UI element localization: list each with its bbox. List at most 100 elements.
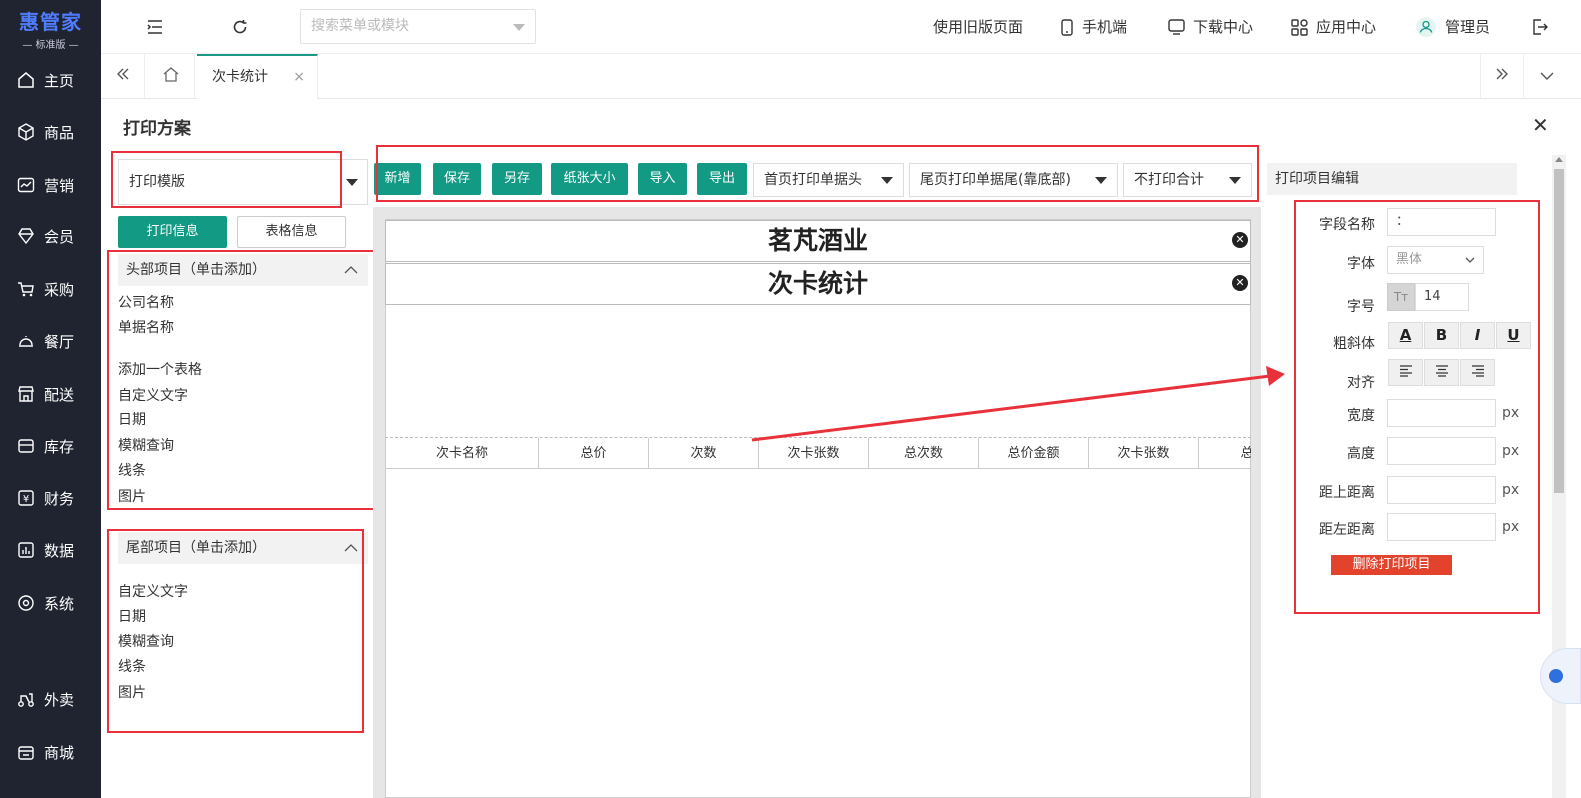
store-icon [16, 384, 36, 404]
footer-print-select[interactable]: 尾页打印单据尾(靠底部) [909, 163, 1118, 197]
bold-button[interactable]: B [1424, 322, 1459, 349]
align-left-button[interactable] [1388, 359, 1423, 386]
header-section-title[interactable]: 头部项目（单击添加） [118, 254, 368, 286]
header-print-select[interactable]: 首页打印单据头 [753, 163, 904, 197]
width-unit: px [1502, 405, 1520, 421]
close-icon[interactable]: × [293, 56, 305, 98]
sidebar-item-members[interactable]: 会员 [0, 216, 101, 256]
tab-card-statistics[interactable]: 次卡统计 × [197, 54, 318, 99]
old-version-link[interactable]: 使用旧版页面 [933, 0, 1023, 54]
sidebar-item-label: 商品 [44, 123, 75, 142]
template-select[interactable]: 打印模版 [118, 159, 368, 205]
company-name-block[interactable]: 茗芃酒业 ✕ [385, 220, 1251, 262]
table-column-header[interactable]: 总价 [539, 438, 649, 469]
menu-search-select[interactable]: 搜索菜单或模块 [300, 9, 536, 44]
footer-item[interactable]: 模糊查询 [118, 631, 174, 651]
mobile-label: 手机端 [1082, 18, 1128, 36]
chevron-up-icon [344, 254, 358, 286]
footer-item[interactable]: 自定义文字 [118, 581, 188, 601]
sidebar-item-goods[interactable]: 商品 [0, 112, 101, 152]
sidebar-item-label: 营销 [44, 176, 75, 195]
header-item[interactable]: 图片 [118, 486, 146, 506]
field-name-input[interactable]: ： [1387, 208, 1496, 236]
font-select[interactable]: 黑体 [1387, 246, 1484, 274]
sidebar-item-data[interactable]: 数据 [0, 530, 101, 570]
download-center-link[interactable]: 下载中心 [1168, 0, 1253, 54]
sidebar-item-marketing[interactable]: 营销 [0, 165, 101, 205]
warehouse-icon [16, 436, 36, 456]
tabs-dropdown-button[interactable] [1525, 54, 1569, 98]
sidebar-item-system[interactable]: 系统 [0, 583, 101, 623]
style-label: 粗斜体 [1333, 336, 1375, 352]
edition-label: — 标准版 — [22, 40, 79, 51]
header-item[interactable]: 线条 [118, 460, 146, 480]
remove-item-icon[interactable]: ✕ [1232, 275, 1248, 291]
save-as-button[interactable]: 另存 [492, 163, 542, 195]
sidebar-item-restaurant[interactable]: 餐厅 [0, 321, 101, 361]
menu-toggle-icon[interactable] [145, 17, 165, 37]
header-item[interactable]: 日期 [118, 409, 146, 429]
scroll-up-icon[interactable] [1555, 157, 1563, 162]
assistant-float-button[interactable] [1540, 648, 1581, 704]
annotation-arrow [751, 366, 1285, 442]
sidebar-item-delivery[interactable]: 配送 [0, 374, 101, 414]
underline-button[interactable]: U [1496, 322, 1531, 349]
tab-label: 次卡统计 [212, 69, 268, 85]
align-center-button[interactable] [1424, 359, 1459, 386]
font-value: 黑体 [1396, 252, 1423, 267]
footer-section-label: 尾部项目（单击添加） [126, 540, 266, 556]
left-offset-input[interactable] [1387, 513, 1496, 541]
export-button[interactable]: 导出 [697, 163, 747, 195]
user-menu[interactable]: 管理员 [1415, 0, 1490, 54]
table-column-header[interactable]: 次卡名称 [385, 438, 539, 469]
align-right-button[interactable] [1460, 359, 1495, 386]
header-item[interactable]: 公司名称 [118, 292, 174, 312]
text-color-button[interactable]: A [1388, 322, 1423, 349]
tabs-scroll-right-button[interactable] [1480, 54, 1524, 98]
header-item[interactable]: 单据名称 [118, 317, 174, 337]
sidebar-item-mall[interactable]: 商城 [0, 732, 101, 772]
sidebar-item-finance[interactable]: ¥ 财务 [0, 478, 101, 518]
top-offset-input[interactable] [1387, 476, 1496, 504]
header-item[interactable]: 模糊查询 [118, 435, 174, 455]
tabs-scroll-left-button[interactable] [101, 54, 145, 98]
scrollbar-thumb[interactable] [1554, 169, 1564, 493]
sidebar-item-label: 餐厅 [44, 332, 75, 351]
footer-section-title[interactable]: 尾部项目（单击添加） [118, 532, 368, 564]
doc-name-block[interactable]: 次卡统计 ✕ [385, 263, 1251, 305]
italic-button[interactable]: I [1460, 322, 1495, 349]
remove-item-icon[interactable]: ✕ [1232, 232, 1248, 248]
footer-item[interactable]: 日期 [118, 606, 146, 626]
sidebar-item-purchase[interactable]: 采购 [0, 269, 101, 309]
sidebar-item-takeout[interactable]: 外卖 [0, 679, 101, 719]
chevron-down-icon [881, 177, 893, 184]
tab-home[interactable] [147, 54, 195, 98]
height-input[interactable] [1387, 437, 1496, 465]
total-print-select[interactable]: 不打印合计 [1123, 163, 1252, 197]
sidebar-item-inventory[interactable]: 库存 [0, 426, 101, 466]
mobile-link[interactable]: 手机端 [1060, 0, 1127, 54]
app-center-link[interactable]: 应用中心 [1291, 0, 1376, 54]
sidebar-item-label: 库存 [44, 437, 75, 456]
close-icon[interactable]: ✕ [1532, 113, 1549, 137]
font-size-input[interactable]: 14 [1415, 283, 1469, 311]
sidebar-item-home[interactable]: 主页 [0, 60, 101, 100]
delete-print-item-button[interactable]: 删除打印项目 [1331, 555, 1452, 575]
paper-size-button[interactable]: 纸张大小 [551, 163, 628, 195]
footer-item[interactable]: 图片 [118, 682, 146, 702]
left-offset-label: 距左距离 [1319, 522, 1375, 538]
logout-icon[interactable] [1530, 17, 1550, 37]
save-button[interactable]: 保存 [433, 163, 481, 195]
print-info-tab[interactable]: 打印信息 [118, 216, 227, 248]
refresh-icon[interactable] [230, 17, 250, 37]
table-info-tab[interactable]: 表格信息 [237, 216, 346, 248]
width-input[interactable] [1387, 399, 1496, 427]
header-item[interactable]: 添加一个表格 [118, 359, 202, 379]
diamond-icon [16, 226, 36, 246]
import-button[interactable]: 导入 [638, 163, 687, 195]
footer-item[interactable]: 线条 [118, 656, 146, 676]
logo[interactable]: 惠管家 — 标准版 — [0, 0, 101, 52]
double-chevron-right-icon [1495, 68, 1509, 84]
header-item[interactable]: 自定义文字 [118, 385, 188, 405]
add-button[interactable]: 新增 [374, 163, 421, 195]
